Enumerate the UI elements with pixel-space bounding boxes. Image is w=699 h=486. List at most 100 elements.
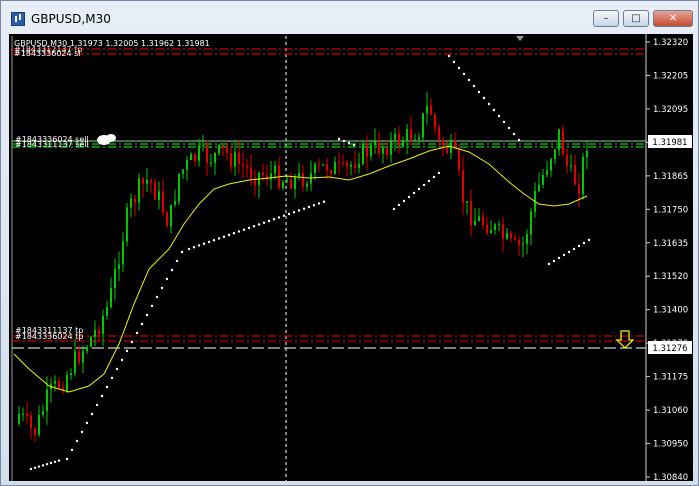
sar-dot bbox=[457, 66, 461, 70]
sar-dot bbox=[482, 96, 486, 100]
candle-body bbox=[274, 165, 276, 174]
sar-dot bbox=[135, 331, 139, 335]
parabolic-sar-series bbox=[29, 54, 591, 471]
sar-dot bbox=[155, 295, 159, 299]
sar-dot bbox=[562, 253, 566, 257]
window-title: GBPUSD,M30 bbox=[31, 12, 111, 26]
candle-body bbox=[202, 145, 204, 147]
candle-body bbox=[342, 162, 344, 164]
candle-body bbox=[370, 145, 372, 157]
candle-body bbox=[226, 148, 228, 154]
candle-body bbox=[230, 153, 232, 167]
sar-dot bbox=[45, 463, 49, 466]
candle-body bbox=[578, 184, 580, 195]
sar-dot bbox=[287, 212, 291, 216]
sar-dot bbox=[70, 448, 74, 452]
sar-dot bbox=[282, 214, 286, 217]
candle-body bbox=[58, 381, 60, 388]
candle-body bbox=[438, 127, 440, 140]
sar-dot bbox=[175, 259, 179, 263]
sar-dot bbox=[472, 84, 476, 88]
candle-body bbox=[114, 268, 116, 289]
price-tick-label: 1.31400 bbox=[653, 306, 688, 316]
down-arrow-icon[interactable] bbox=[615, 330, 635, 349]
sar-dot bbox=[247, 226, 251, 230]
sar-dot bbox=[452, 60, 456, 64]
sell-arrow-icon-2[interactable] bbox=[106, 134, 116, 142]
candle-body bbox=[426, 105, 428, 114]
candle-body bbox=[418, 137, 420, 140]
sar-dot bbox=[557, 256, 561, 260]
candle-body bbox=[530, 211, 532, 235]
candle-body bbox=[18, 413, 20, 424]
candle-body bbox=[346, 162, 348, 167]
chart-canvas[interactable]: GBPUSD,M30 1.31973 1.32005 1.31962 1.319… bbox=[9, 34, 693, 483]
candle-body bbox=[366, 143, 368, 157]
sar-dot bbox=[397, 203, 401, 207]
sar-dot bbox=[150, 304, 154, 308]
candle-body bbox=[358, 163, 360, 168]
moving-average-line bbox=[13, 145, 588, 393]
candle-body bbox=[214, 153, 216, 163]
price-tick-label: 1.32320 bbox=[653, 38, 688, 48]
sar-dot bbox=[160, 286, 164, 290]
close-button[interactable]: ✕ bbox=[653, 10, 693, 27]
candle-body bbox=[406, 129, 408, 142]
candle-body bbox=[410, 129, 412, 140]
candle-body bbox=[98, 330, 100, 335]
candle-body bbox=[330, 170, 332, 175]
candle-body bbox=[510, 232, 512, 239]
order-label-sell-2: #1843311137 sell bbox=[15, 140, 89, 149]
candle-body bbox=[558, 129, 560, 150]
candle-body bbox=[566, 154, 568, 166]
sar-dot bbox=[252, 225, 256, 228]
sar-dot bbox=[392, 207, 396, 211]
price-tick-label: 1.32095 bbox=[653, 105, 688, 115]
sar-dot bbox=[237, 230, 241, 233]
candle-body bbox=[46, 389, 48, 412]
price-chart[interactable]: GBPUSD,M30 1.31973 1.32005 1.31962 1.319… bbox=[9, 34, 693, 483]
candle-body bbox=[314, 164, 316, 174]
candle-body bbox=[30, 415, 32, 429]
candle-body bbox=[42, 411, 44, 415]
candle-body bbox=[550, 159, 552, 171]
candle-body bbox=[162, 191, 164, 213]
candle-body bbox=[246, 165, 248, 168]
candle-body bbox=[250, 167, 252, 179]
candle-body bbox=[518, 239, 520, 245]
candle-body bbox=[494, 224, 496, 230]
sar-dot bbox=[497, 114, 501, 118]
candle-body bbox=[110, 288, 112, 307]
sar-dot bbox=[75, 439, 79, 443]
candle-body bbox=[482, 216, 484, 225]
candle-body bbox=[430, 105, 432, 115]
candle-body bbox=[574, 165, 576, 185]
candle-body bbox=[78, 351, 80, 363]
minimize-button[interactable]: – bbox=[593, 10, 619, 27]
sar-dot bbox=[312, 204, 316, 207]
candle-body bbox=[142, 178, 144, 184]
sar-dot bbox=[487, 102, 491, 106]
sar-dot bbox=[232, 232, 236, 235]
sar-dot bbox=[170, 268, 174, 272]
maximize-button[interactable]: □ bbox=[623, 10, 649, 27]
candle-body bbox=[106, 306, 108, 316]
tp-price-label: 1.31276 bbox=[652, 344, 687, 354]
candle-body bbox=[266, 175, 268, 180]
price-tick-label: 1.30950 bbox=[653, 440, 688, 450]
candle-body bbox=[186, 160, 188, 170]
candle-body bbox=[174, 201, 176, 205]
sar-dot bbox=[105, 385, 109, 389]
price-tick-label: 1.31175 bbox=[653, 373, 688, 383]
candle-body bbox=[522, 243, 524, 245]
title-bar[interactable]: GBPUSD,M30 – □ ✕ bbox=[1, 1, 698, 35]
sar-dot bbox=[317, 202, 321, 205]
candle-body bbox=[66, 375, 68, 391]
candle-body bbox=[562, 129, 564, 155]
candle-body bbox=[294, 176, 296, 190]
candle-body bbox=[102, 315, 104, 335]
candle-body bbox=[538, 184, 540, 191]
candle-body bbox=[178, 173, 180, 202]
candle-body bbox=[150, 180, 152, 183]
sar-dot bbox=[432, 175, 436, 179]
